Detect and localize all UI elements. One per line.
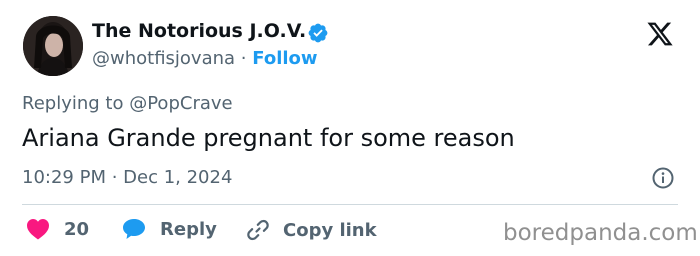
verified-badge-icon [308, 23, 328, 43]
author-handle[interactable]: @whotfisjovana [92, 48, 235, 69]
tweet-timestamp[interactable]: 10:29 PM · Dec 1, 2024 [22, 167, 232, 188]
like-count: 20 [64, 218, 90, 240]
watermark: boredpanda.com [503, 220, 698, 246]
x-logo-icon[interactable] [645, 20, 675, 48]
divider [22, 204, 678, 205]
info-icon[interactable] [651, 166, 675, 190]
reply-label: Reply [160, 218, 217, 240]
copy-link-label: Copy link [283, 219, 377, 241]
link-icon [247, 219, 269, 241]
replying-prefix: Replying to [22, 93, 124, 114]
avatar[interactable] [23, 16, 83, 76]
heart-icon [27, 219, 49, 240]
follow-button[interactable]: Follow [252, 48, 317, 69]
reply-bubble-icon [123, 219, 145, 239]
separator-dot: · [240, 48, 247, 69]
replying-to-mention[interactable]: @PopCrave [129, 93, 232, 114]
author-display-name[interactable]: The Notorious J.O.V. [92, 20, 306, 42]
handle-row: @whotfisjovana · Follow [92, 48, 318, 69]
replying-to-line: Replying to @PopCrave [22, 93, 233, 114]
copy-link-button[interactable]: Copy link [246, 218, 377, 242]
like-button[interactable]: 20 [26, 218, 89, 240]
reply-button[interactable]: Reply [122, 218, 217, 240]
tweet-card: The Notorious J.O.V. @whotfisjovana · Fo… [0, 0, 700, 256]
tweet-text: Ariana Grande pregnant for some reason [22, 124, 515, 152]
